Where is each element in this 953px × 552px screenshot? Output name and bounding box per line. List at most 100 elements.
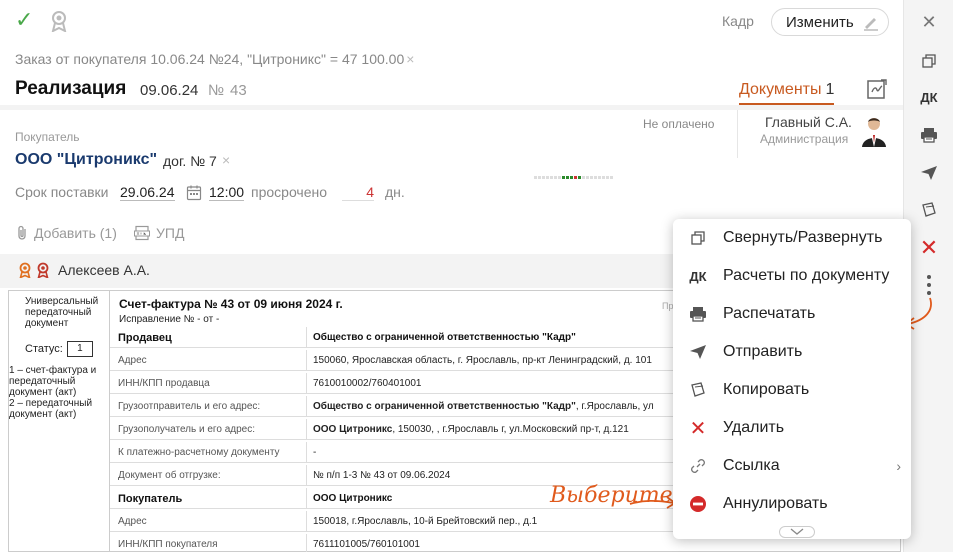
delete-icon[interactable]: ✕ <box>918 235 940 260</box>
menu-item-print[interactable]: Распечатать <box>673 295 911 333</box>
menu-expand-button[interactable] <box>779 526 815 538</box>
calendar-icon[interactable] <box>186 184 202 206</box>
approved-check-icon[interactable]: ✓ <box>15 7 33 33</box>
tab-documents[interactable]: Документы 1 <box>739 81 835 105</box>
menu-item-annul[interactable]: Аннулировать <box>673 485 911 523</box>
close-icon[interactable]: ✕ <box>918 11 940 33</box>
menu-item-label: Удалить <box>723 419 785 436</box>
divider <box>306 350 307 371</box>
menu-item-label: Расчеты по документу <box>723 267 890 284</box>
invoice-row-value-bold: ООО Цитроникс <box>313 424 393 435</box>
dk-icon: ДК <box>689 268 707 284</box>
invoice-title: Счет-фактура № 43 от 09 июня 2024 г. <box>119 297 343 311</box>
invoice-row-label: Грузоотправитель и его адрес: <box>118 401 261 412</box>
invoice-status-label: Статус: <box>25 342 63 355</box>
xml-document-icon <box>134 225 150 241</box>
progress-indicator <box>534 176 613 179</box>
menu-item-label: Ссылка <box>723 457 780 474</box>
edit-button-label: Изменить <box>786 13 854 31</box>
base-order-link[interactable]: Заказ от покупателя 10.06.24 №24, "Цитро… <box>15 51 414 67</box>
menu-item-link[interactable]: Ссылка › <box>673 447 911 485</box>
divider <box>306 511 307 532</box>
delivery-time-field[interactable]: 12:00 <box>209 184 245 201</box>
invoice-row-value: ООО Цитроникс, 150030, , г.Ярославль г, … <box>313 424 629 435</box>
add-attachment-label: Добавить (1) <box>34 225 117 241</box>
divider <box>306 442 307 463</box>
section-divider <box>0 105 903 110</box>
copy-icon <box>673 381 723 399</box>
send-icon[interactable] <box>918 162 940 184</box>
upd-button[interactable]: УПД <box>134 225 184 241</box>
overdue-days-unit: дн. <box>385 184 405 200</box>
chevron-right-icon: › <box>896 458 901 474</box>
signature-icon[interactable] <box>866 78 888 105</box>
manager-name[interactable]: Главный С.А. <box>765 114 852 130</box>
menu-item-copy[interactable]: Копировать <box>673 371 911 409</box>
invoice-row-value-rest: , 150030, , г.Ярославль г, ул.Московский… <box>392 424 629 435</box>
award-icon[interactable] <box>49 10 69 33</box>
document-date[interactable]: 09.06.24 <box>140 82 198 99</box>
menu-item-label: Свернуть/Развернуть <box>723 229 883 246</box>
menu-item-label: Распечатать <box>723 305 816 322</box>
delivery-date-field[interactable]: 29.06.24 <box>120 184 175 201</box>
divider <box>306 488 307 509</box>
signer-name: Алексеев А.А. <box>58 262 150 278</box>
invoice-row-value: 7610010002/760401001 <box>313 378 422 389</box>
manager-department: Администрация <box>760 132 849 146</box>
invoice-row-value: 7611101005/760101001 <box>313 539 420 550</box>
contractor-label[interactable]: Кадр <box>722 13 754 29</box>
divider <box>306 327 307 348</box>
tab-documents-count: 1 <box>825 81 835 98</box>
delete-icon: ✕ <box>689 417 707 440</box>
signer-row[interactable]: Алексеев А.А. <box>18 262 150 278</box>
invoice-row-label: Покупатель <box>118 493 183 505</box>
invoice-row-label: Адрес <box>118 355 147 366</box>
invoice-status-value: 1 <box>66 341 93 357</box>
more-icon[interactable] <box>918 274 940 296</box>
invoice-row-label: Адрес <box>118 516 147 527</box>
menu-item-label: Отправить <box>723 343 803 360</box>
document-number[interactable]: 43 <box>230 82 247 99</box>
menu-item-collapse[interactable]: Свернуть/Развернуть <box>673 219 911 257</box>
copy-icon[interactable] <box>918 199 940 221</box>
buyer-name[interactable]: ООО "Цитроникс" <box>15 151 157 169</box>
collapse-icon[interactable] <box>918 50 940 72</box>
invoice-type-column: Универсальный передаточный документ Стат… <box>9 291 110 552</box>
dk-icon[interactable]: ДК <box>918 86 940 108</box>
invoice-type: Универсальный передаточный документ <box>25 296 99 329</box>
buyer-contract[interactable]: дог. № 7 <box>163 153 217 169</box>
overdue-label: просрочено <box>251 184 328 200</box>
invoice-row-label: К платежно-расчетному документу <box>118 447 280 458</box>
invoice-row-label: ИНН/КПП продавца <box>118 378 210 389</box>
invoice-status: Статус: 1 <box>25 341 105 357</box>
menu-item-payments[interactable]: ДК Расчеты по документу <box>673 257 911 295</box>
chevron-down-icon <box>790 523 804 541</box>
add-attachment-button[interactable]: Добавить (1) <box>16 225 117 241</box>
menu-item-delete[interactable]: ✕ Удалить <box>673 409 911 447</box>
invoice-correction: Исправление № - от - <box>119 314 220 325</box>
buyer-label: Покупатель <box>15 130 80 144</box>
edit-button[interactable]: Изменить <box>771 8 889 36</box>
divider <box>306 419 307 440</box>
award-icon <box>18 262 32 278</box>
printer-icon[interactable] <box>918 124 940 146</box>
invoice-row-value: - <box>313 447 317 458</box>
menu-item-send[interactable]: Отправить <box>673 333 911 371</box>
invoice-row-value: № п/п 1-3 № 43 от 09.06.2024 <box>313 470 451 481</box>
divider <box>306 396 307 417</box>
invoice-row-value: 150018, г.Ярославль, 10-й Брейтовский пе… <box>313 516 538 527</box>
tab-documents-label: Документы <box>739 81 822 98</box>
upd-label: УПД <box>156 225 185 241</box>
base-order-text: Заказ от покупателя 10.06.24 №24, "Цитро… <box>15 51 405 67</box>
annul-icon <box>673 495 723 513</box>
remove-order-link-icon[interactable]: × <box>406 51 414 67</box>
delivery-label: Срок поставки <box>15 184 109 200</box>
callout-arrow <box>629 496 677 509</box>
invoice-row-label: ИНН/КПП покупателя <box>118 539 218 550</box>
remove-contract-icon[interactable]: × <box>222 152 230 168</box>
avatar[interactable] <box>861 115 887 147</box>
divider <box>306 534 307 552</box>
invoice-row-value: Общество с ограниченной ответственностью… <box>313 401 654 412</box>
invoice-row-value: Общество с ограниченной ответственностью… <box>313 332 576 343</box>
invoice-row-value: ООО Цитроникс <box>313 493 393 504</box>
